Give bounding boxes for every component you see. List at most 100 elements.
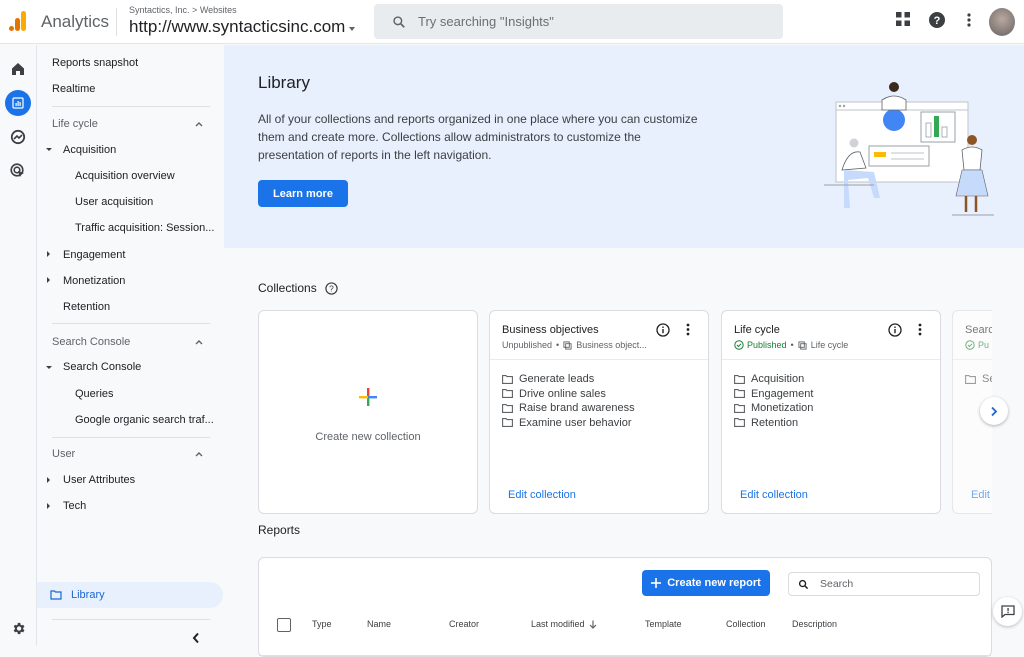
nav-search-console[interactable]: Search Console <box>63 361 141 373</box>
nav-reports-snapshot[interactable]: Reports snapshot <box>52 57 138 69</box>
nav-acquisition[interactable]: Acquisition <box>63 144 116 156</box>
breadcrumb[interactable]: Syntactics, Inc. > Websites <box>129 5 237 15</box>
more-vert-icon[interactable] <box>966 12 972 28</box>
help-icon[interactable]: ? <box>929 12 945 28</box>
folder-icon <box>965 374 976 384</box>
nav-section-search-console[interactable]: Search Console <box>52 336 130 348</box>
nav-retention[interactable]: Retention <box>63 301 110 313</box>
arrow-down-icon <box>589 620 596 629</box>
edit-collection-link[interactable]: Edit <box>971 489 990 501</box>
collection-status: Pu <box>965 340 989 350</box>
global-search[interactable] <box>374 4 783 39</box>
library-hero: Library All of your collections and repo… <box>224 45 1024 248</box>
collapse-nav-icon[interactable] <box>192 632 200 644</box>
nav-section-user[interactable]: User <box>52 448 75 460</box>
collection-topic-label: Retention <box>751 416 799 429</box>
template-icon <box>798 340 807 350</box>
collection-topic: Raise brand awareness <box>502 401 635 416</box>
collection-topic-label: Examine user behavior <box>519 416 632 429</box>
feedback-icon <box>1000 605 1015 618</box>
nav-acquisition-overview[interactable]: Acquisition overview <box>75 170 175 182</box>
nav-monetization[interactable]: Monetization <box>63 275 125 287</box>
expand-right-icon[interactable] <box>47 251 50 257</box>
apps-grid-icon[interactable] <box>896 12 910 26</box>
header-divider <box>116 8 117 36</box>
create-collection-card[interactable]: Create new collection <box>258 310 478 514</box>
nav-divider <box>52 323 210 324</box>
collection-card-header: Life cycle Published • Life cycle <box>722 311 940 360</box>
property-selector[interactable]: http://www.syntacticsinc.com <box>129 17 356 37</box>
rail-explore[interactable] <box>5 124 31 150</box>
create-new-report-button[interactable]: Create new report <box>642 570 770 596</box>
collection-card[interactable]: Business objectives Unpublished • Busine… <box>489 310 709 514</box>
rail-reports[interactable] <box>5 90 31 116</box>
collection-topic-label: Generate leads <box>519 373 595 386</box>
nav-user-attributes[interactable]: User Attributes <box>63 474 135 486</box>
top-bar: Analytics Syntactics, Inc. > Websites ht… <box>0 0 1024 44</box>
nav-divider <box>52 619 210 620</box>
collection-topic: Retention <box>734 416 813 431</box>
nav-tech[interactable]: Tech <box>63 500 86 512</box>
nav-user-acquisition[interactable]: User acquisition <box>75 196 153 208</box>
feedback-button[interactable] <box>993 597 1022 626</box>
colorful-plus-icon <box>359 388 377 406</box>
column-header-template[interactable]: Template <box>645 619 682 629</box>
rail-home[interactable] <box>5 56 31 82</box>
expand-down-icon[interactable] <box>46 366 52 369</box>
column-header-name[interactable]: Name <box>367 619 391 629</box>
check-circle-icon <box>734 340 744 350</box>
nav-traffic-acquisition[interactable]: Traffic acquisition: Session... <box>75 222 214 234</box>
collection-topic-label: Monetization <box>751 402 814 415</box>
chevron-up-icon[interactable] <box>195 338 203 346</box>
chevron-up-icon[interactable] <box>195 450 203 458</box>
property-name: http://www.syntacticsinc.com <box>129 17 346 36</box>
create-collection-label: Create new collection <box>315 431 421 443</box>
info-icon[interactable] <box>888 323 902 337</box>
reports-icon <box>12 97 24 109</box>
nav-google-organic-search[interactable]: Google organic search traf... <box>75 414 214 426</box>
reports-search-input[interactable] <box>820 578 970 590</box>
column-header-creator[interactable]: Creator <box>449 619 479 629</box>
nav-library[interactable]: Library <box>37 582 223 608</box>
nav-library-label: Library <box>71 589 105 601</box>
expand-right-icon[interactable] <box>47 277 50 283</box>
nav-section-life-cycle[interactable]: Life cycle <box>52 118 98 130</box>
chevron-up-icon[interactable] <box>195 120 203 128</box>
left-rail <box>0 45 37 646</box>
column-header-type[interactable]: Type <box>312 619 332 629</box>
nav-engagement[interactable]: Engagement <box>63 249 125 261</box>
folder-icon <box>502 403 513 413</box>
global-search-input[interactable] <box>418 14 758 29</box>
more-vert-icon[interactable] <box>918 323 922 336</box>
rail-advertising[interactable] <box>5 158 31 184</box>
nav-realtime[interactable]: Realtime <box>52 83 95 95</box>
expand-right-icon[interactable] <box>47 477 50 483</box>
column-header-description[interactable]: Description <box>792 619 837 629</box>
help-outline-icon[interactable]: ? <box>325 281 338 295</box>
gear-icon <box>13 622 24 634</box>
reports-search[interactable] <box>788 572 980 596</box>
breadcrumb-separator: > <box>192 5 198 15</box>
select-all-checkbox[interactable] <box>277 618 291 632</box>
carousel-next-button[interactable] <box>980 397 1008 425</box>
reports-heading: Reports <box>258 523 301 537</box>
info-icon[interactable] <box>656 323 670 337</box>
collection-card[interactable]: Life cycle Published • Life cycle Acquis… <box>721 310 941 514</box>
user-avatar[interactable] <box>989 8 1015 36</box>
more-vert-icon[interactable] <box>686 323 690 336</box>
analytics-logo-icon[interactable] <box>8 10 28 32</box>
learn-more-button[interactable]: Learn more <box>258 180 348 207</box>
collections-heading: Collections ? <box>258 281 338 295</box>
column-header-last-modified[interactable]: Last modified <box>531 619 597 629</box>
expand-right-icon[interactable] <box>47 503 50 509</box>
chevron-right-icon <box>991 406 998 416</box>
edit-collection-link[interactable]: Edit collection <box>508 489 576 501</box>
nav-queries[interactable]: Queries <box>75 388 114 400</box>
search-icon <box>798 579 809 589</box>
rail-admin[interactable] <box>5 615 31 641</box>
expand-down-icon[interactable] <box>46 148 52 151</box>
reports-table: Create new report Type Name Creator Last… <box>258 557 992 657</box>
edit-collection-link[interactable]: Edit collection <box>740 489 808 501</box>
column-header-collection[interactable]: Collection <box>726 619 766 629</box>
create-new-report-label: Create new report <box>667 577 761 589</box>
